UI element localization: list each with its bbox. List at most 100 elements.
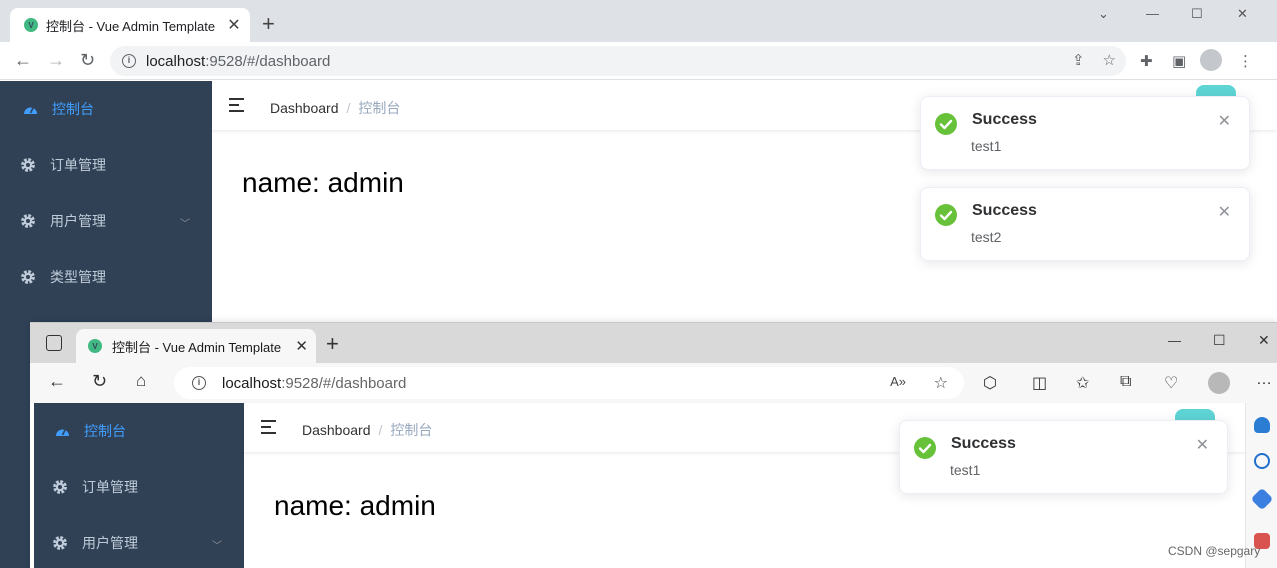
side-panel-icon[interactable]: ▣ [1172, 52, 1186, 70]
site-info-icon[interactable]: i [122, 54, 136, 68]
close-icon[interactable]: ✕ [1218, 202, 1231, 222]
sidebar-item-label: 用户管理 [50, 213, 106, 229]
sidebar: 控制台 订单管理 用户管理 ﹀ [34, 403, 244, 568]
bookmark-star-icon[interactable]: ☆ [1103, 51, 1116, 69]
address-bar[interactable]: i localhost:9528/#/dashboard ⇪ ☆ [110, 46, 1126, 76]
hamburger-icon[interactable] [229, 98, 246, 112]
close-icon[interactable]: ✕ [1218, 111, 1231, 131]
sidebar-item-orders[interactable]: 订单管理 [0, 137, 212, 193]
close-window-icon[interactable]: ✕ [1258, 332, 1270, 349]
breadcrumb-home[interactable]: Dashboard [302, 422, 371, 438]
vue-favicon-icon: V [24, 18, 38, 32]
close-window-icon[interactable]: ✕ [1237, 6, 1248, 22]
edge-tab-title: 控制台 - Vue Admin Template [112, 339, 282, 355]
close-icon[interactable]: ✕ [1196, 435, 1209, 455]
sidebar-item-types[interactable]: 类型管理 [0, 249, 212, 305]
chrome-tab-title: 控制台 - Vue Admin Template [46, 18, 216, 34]
favorite-star-icon[interactable]: ☆ [934, 373, 948, 393]
new-tab-button[interactable]: + [326, 331, 339, 357]
sidebar-item-label: 控制台 [84, 423, 126, 439]
breadcrumb-home[interactable]: Dashboard [270, 100, 339, 116]
sidebar-item-label: 类型管理 [50, 269, 106, 285]
extensions-icon[interactable]: ✚ [1140, 52, 1153, 70]
breadcrumb-separator: / [346, 100, 351, 116]
menu-kebab-icon[interactable]: ⋮ [1238, 52, 1253, 70]
notification-message: test1 [971, 138, 1002, 154]
sidebar-item-label: 用户管理 [82, 535, 138, 551]
collections-icon[interactable]: ⧉ [1120, 373, 1131, 391]
sidebar-item-dashboard[interactable]: 控制台 [34, 403, 244, 459]
profile-avatar[interactable] [1200, 49, 1222, 71]
gear-icon [20, 213, 36, 229]
edge-tab[interactable]: V 控制台 - Vue Admin Template ✕ [76, 329, 316, 363]
url-host: localhost [222, 374, 282, 392]
breadcrumb-current: 控制台 [390, 422, 433, 438]
notification-message: test2 [971, 229, 1002, 245]
notification-title: Success [951, 435, 1016, 452]
notification: Success test1 ✕ [920, 96, 1250, 170]
reload-icon[interactable]: ↻ [80, 50, 95, 70]
success-check-icon [914, 437, 936, 459]
page-title: name: admin [242, 167, 404, 198]
chevron-down-icon: ﹀ [212, 541, 222, 552]
dashboard-icon [54, 423, 70, 439]
success-check-icon [935, 113, 957, 135]
extensions-icon[interactable]: ⬡ [983, 373, 997, 393]
breadcrumb: Dashboard / 控制台 [302, 420, 432, 440]
hamburger-icon[interactable] [261, 420, 278, 434]
notification-title: Success [972, 202, 1037, 219]
gear-icon [52, 535, 68, 551]
breadcrumb: Dashboard / 控制台 [270, 98, 400, 118]
back-icon[interactable]: ← [14, 50, 32, 70]
gear-icon [52, 479, 68, 495]
address-bar[interactable]: i localhost:9528/#/dashboard A» ☆ [174, 367, 964, 399]
breadcrumb-current: 控制台 [358, 100, 401, 116]
edge-window: V 控制台 - Vue Admin Template ✕ + — ☐ ✕ ← ↻… [30, 322, 1277, 568]
close-tab-icon[interactable]: ✕ [295, 337, 308, 355]
success-check-icon [935, 204, 957, 226]
chrome-tab[interactable]: V 控制台 - Vue Admin Template ✕ [10, 8, 250, 42]
sidebar-item-users[interactable]: 用户管理 ﹀ [0, 193, 212, 249]
forward-icon[interactable]: → [47, 50, 65, 70]
gear-icon [20, 269, 36, 285]
browser-essentials-icon[interactable]: ♡ [1164, 373, 1178, 393]
sidebar-item-label: 控制台 [52, 101, 94, 117]
notification-message: test1 [950, 462, 981, 478]
notification: Success test1 ✕ [899, 420, 1228, 494]
search-icon[interactable] [1254, 453, 1270, 469]
back-icon[interactable]: ← [48, 371, 66, 392]
maximize-icon[interactable]: ☐ [1213, 332, 1226, 349]
new-tab-button[interactable]: + [262, 13, 275, 35]
notification-bell-icon[interactable] [1254, 417, 1270, 433]
breadcrumb-separator: / [378, 422, 383, 438]
url-host: localhost [146, 52, 206, 70]
close-tab-icon[interactable]: ✕ [226, 15, 242, 35]
favorites-icon[interactable]: ✩ [1076, 373, 1089, 393]
minimize-icon[interactable]: — [1146, 6, 1159, 21]
profile-avatar[interactable] [1208, 372, 1230, 394]
tab-search-icon[interactable]: ⌄ [1098, 6, 1109, 22]
sidebar-item-orders[interactable]: 订单管理 [34, 459, 244, 515]
chrome-toolbar: ← → ↻ i localhost:9528/#/dashboard ⇪ ☆ ✚… [0, 42, 1277, 80]
read-aloud-icon[interactable]: A» [890, 374, 906, 389]
home-icon[interactable]: ⌂ [136, 371, 146, 391]
maximize-icon[interactable]: ☐ [1191, 6, 1203, 22]
edge-toolbar: ← ↻ ⌂ i localhost:9528/#/dashboard A» ☆ … [30, 363, 1277, 403]
shopping-tag-icon[interactable] [1250, 487, 1274, 511]
sidebar-item-label: 订单管理 [82, 479, 138, 495]
chevron-down-icon: ﹀ [180, 219, 190, 230]
minimize-icon[interactable]: — [1168, 333, 1181, 348]
split-screen-icon[interactable]: ◫ [1032, 373, 1047, 393]
sidebar-item-users[interactable]: 用户管理 ﹀ [34, 515, 244, 568]
tab-actions-icon[interactable] [46, 335, 62, 351]
notification-title: Success [972, 111, 1037, 128]
reload-icon[interactable]: ↻ [92, 371, 107, 392]
sidebar-item-dashboard[interactable]: 控制台 [0, 81, 212, 137]
vue-favicon-icon: V [88, 339, 102, 353]
share-icon[interactable]: ⇪ [1072, 51, 1085, 69]
site-info-icon[interactable]: i [192, 376, 206, 390]
notification: Success test2 ✕ [920, 187, 1250, 261]
settings-more-icon[interactable]: … [1256, 371, 1272, 389]
dashboard-icon [22, 101, 38, 117]
edge-tab-strip: V 控制台 - Vue Admin Template ✕ + — ☐ ✕ [30, 323, 1277, 363]
